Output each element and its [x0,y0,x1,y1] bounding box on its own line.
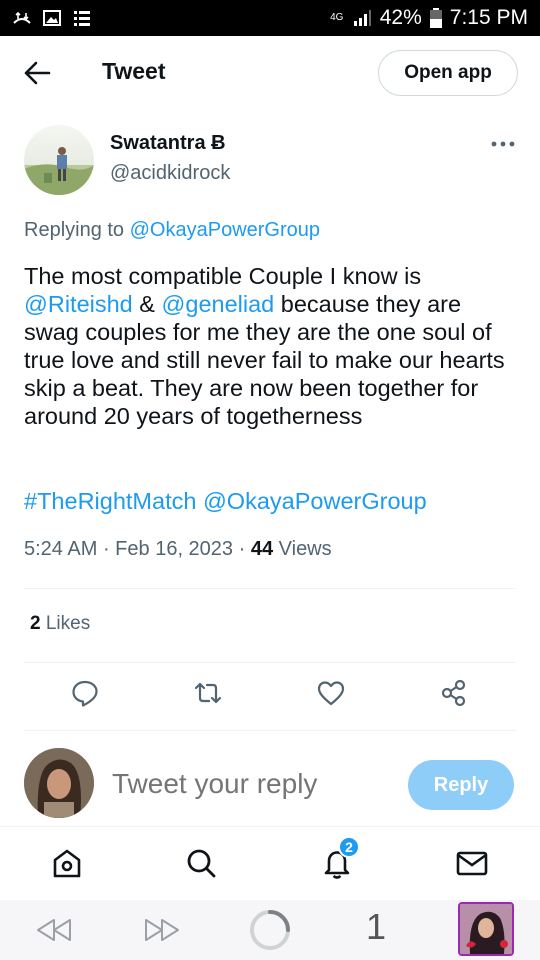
bottom-nav [0,828,540,900]
tweet-text-part1: The most compatible Couple I know is [24,263,422,289]
divider [24,662,516,663]
hashtag-link[interactable]: #TheRightMatch [24,488,196,514]
tweet-actions [0,678,540,714]
fast-forward-icon[interactable] [142,916,182,944]
battery-percent: 42% [379,6,422,29]
reply-button[interactable]: Reply [408,760,514,810]
tweet-meta: 5:24 AM · Feb 16, 2023 · 44 Views [24,538,332,561]
network-type: 4G [330,12,344,23]
share-icon[interactable] [439,678,469,708]
gallery-icon [43,10,61,26]
data-saver-icon [13,11,31,24]
tab-count[interactable]: 1 [366,906,386,948]
divider [0,826,540,827]
mention-riteishd[interactable]: @Riteishd [24,291,133,317]
tweet-date: Feb 16, 2023 [115,538,234,560]
meta-separator: · [102,538,116,560]
open-app-button[interactable]: Open app [378,50,518,96]
like-icon[interactable] [316,678,346,708]
tweet-time: 5:24 AM [24,538,98,560]
meta-separator: · [238,538,251,560]
tweet-hashtags: #TheRightMatch @OkayaPowerGroup [24,487,427,515]
hashtag-mention-link[interactable]: @OkayaPowerGroup [203,488,427,514]
battery-icon [429,8,442,28]
reply-input[interactable] [112,768,392,800]
mention-geneliad[interactable]: @geneliad [162,291,275,317]
likes-summary[interactable]: 2 Likes [30,613,90,635]
notification-badge: 2 [338,836,360,858]
divider [24,730,516,731]
back-arrow-icon[interactable] [22,60,52,86]
status-bar: 4G 42% 7:15 PM [0,0,540,36]
views-label: Views [278,538,332,560]
home-icon[interactable] [50,846,84,880]
divider [24,588,516,589]
clock: 7:15 PM [449,6,528,29]
signal-icon [353,10,371,26]
search-icon[interactable] [184,846,218,880]
replying-prefix: Replying to [24,219,125,241]
status-right: 4G 42% 7:15 PM [330,6,528,30]
likes-count: 2 [30,613,41,634]
tweet-amp: & [139,291,155,317]
list-icon [74,11,90,26]
messages-icon[interactable] [455,846,489,880]
author-avatar[interactable] [24,125,94,195]
tweet-body: The most compatible Couple I know is @Ri… [24,262,520,430]
tab-thumbnail[interactable] [458,902,514,956]
status-left-icons [12,9,92,27]
more-options-icon[interactable] [488,136,518,152]
reply-icon[interactable] [70,678,100,708]
author-handle[interactable]: @acidkidrock [110,162,230,185]
user-avatar[interactable] [24,748,94,818]
likes-label: Likes [45,613,91,634]
author-name[interactable]: Swatantra Ƀ [110,132,226,155]
page-title: Tweet [102,58,166,84]
tweet-header: Tweet Open app [0,36,540,110]
rewind-icon[interactable] [34,916,74,944]
replying-to: Replying to @OkayaPowerGroup [24,219,320,242]
loading-spinner-icon [250,910,290,950]
replying-to-link[interactable]: @OkayaPowerGroup [130,219,320,241]
retweet-icon[interactable] [193,678,223,708]
views-count: 44 [250,538,274,560]
